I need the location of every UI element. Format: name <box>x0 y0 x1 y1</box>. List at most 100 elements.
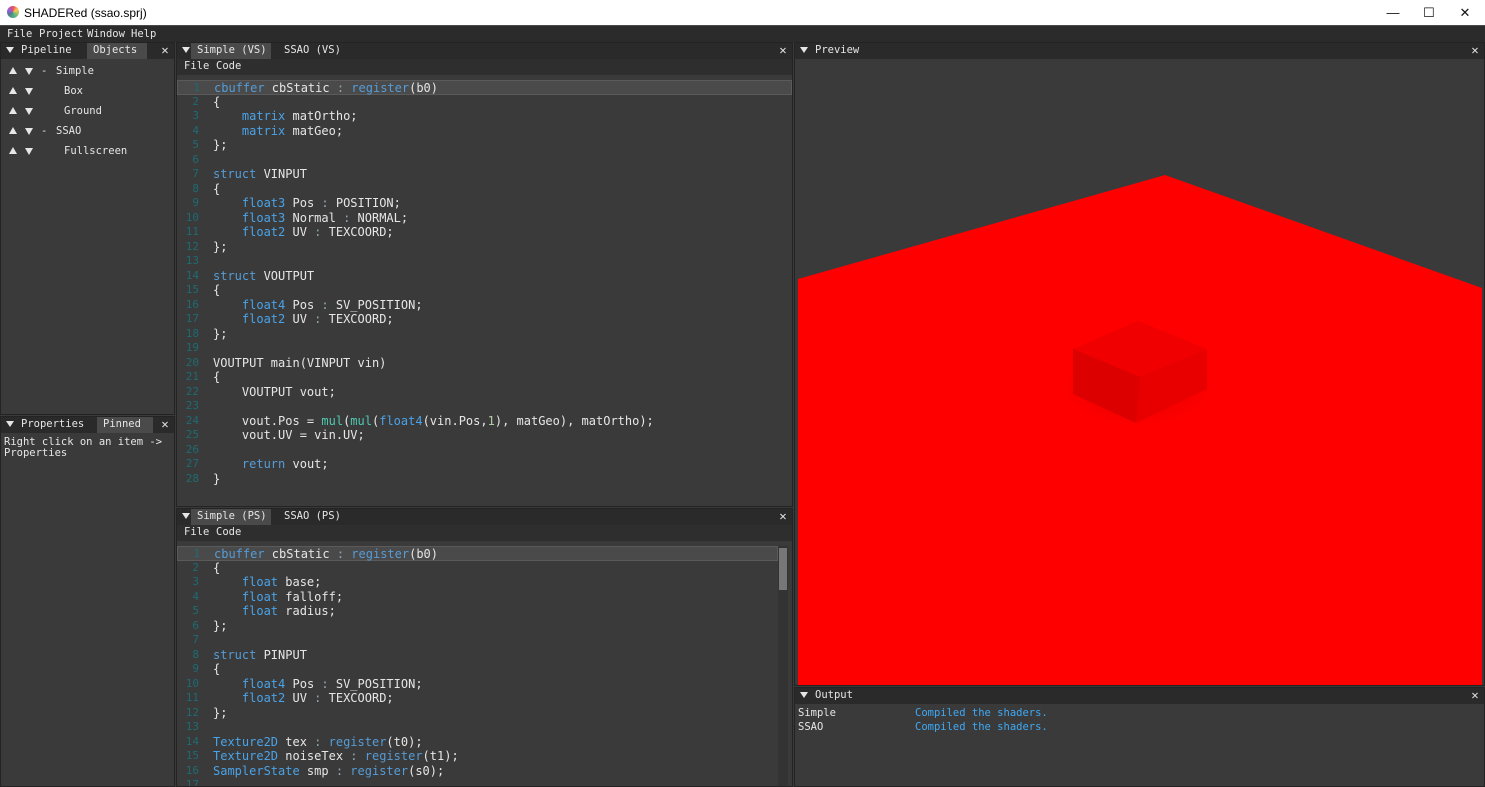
vs-code-line[interactable]: 4 matrix matGeo; <box>177 124 792 139</box>
vs-code-line[interactable]: 23 <box>177 399 792 414</box>
ps-code-line[interactable]: 9{ <box>177 662 778 677</box>
close-icon[interactable]: ✕ <box>158 417 172 433</box>
ps-code-line[interactable]: 2{ <box>177 561 778 576</box>
code-text[interactable]: { <box>213 370 220 385</box>
code-text[interactable]: { <box>213 561 220 576</box>
vs-code-line[interactable]: 15 { <box>177 283 792 298</box>
ps-code-line[interactable]: 4 float falloff; <box>177 590 778 605</box>
pipeline-item-fullscreen[interactable]: Fullscreen <box>1 141 176 161</box>
close-icon[interactable]: ✕ <box>776 43 790 59</box>
code-text[interactable]: { <box>213 283 220 298</box>
collapse-triangle-icon[interactable] <box>6 47 14 53</box>
menu-project[interactable]: Project <box>39 28 83 40</box>
menu-help[interactable]: Help <box>131 28 156 40</box>
vs-code-line[interactable]: 8{ <box>177 182 792 197</box>
vs-code-line[interactable]: 17 float2 UV : TEXCOORD; <box>177 312 792 327</box>
code-text[interactable]: float base; <box>213 575 321 590</box>
code-text[interactable]: cbuffer cbStatic : register(b0) <box>214 81 438 96</box>
maximize-icon[interactable]: ☐ <box>1411 0 1447 25</box>
code-text[interactable]: { <box>213 95 220 110</box>
ps-code-line[interactable]: 14 Texture2D tex : register(t0); <box>177 735 778 750</box>
collapse-triangle-icon[interactable] <box>800 692 808 698</box>
code-text[interactable]: float radius; <box>213 604 336 619</box>
vs-code-line[interactable]: 28} <box>177 472 792 487</box>
vs-code-line[interactable]: 12}; <box>177 240 792 255</box>
vs-code-line[interactable]: 9 float3 Pos : POSITION; <box>177 196 792 211</box>
pipeline-item-simple[interactable]: - Simple <box>1 61 176 81</box>
close-icon[interactable]: ✕ <box>776 509 790 525</box>
code-text[interactable]: float2 UV : TEXCOORD; <box>213 225 394 240</box>
ps-code-line[interactable]: 17 <box>177 778 778 786</box>
expander[interactable]: - <box>41 121 47 141</box>
vs-code-line[interactable]: 10 float3 Normal : NORMAL; <box>177 211 792 226</box>
ps-code-line[interactable]: 7 <box>177 633 778 648</box>
preview-viewport[interactable] <box>798 59 1482 685</box>
code-text[interactable]: float2 UV : TEXCOORD; <box>213 691 394 706</box>
code-text[interactable]: struct PINPUT <box>213 648 307 663</box>
vs-code-line[interactable]: 21 { <box>177 370 792 385</box>
tab-properties[interactable]: Properties <box>15 417 91 433</box>
editor-menu-code[interactable]: Code <box>216 60 241 72</box>
ps-code-line[interactable]: 12}; <box>177 706 778 721</box>
tab-pipeline[interactable]: Pipeline <box>15 43 78 59</box>
move-up-icon[interactable] <box>9 87 17 94</box>
vs-code-line[interactable]: 22 VOUTPUT vout; <box>177 385 792 400</box>
vs-code-line[interactable]: 24 vout.Pos = mul(mul(float4(vin.Pos,1),… <box>177 414 792 429</box>
tab-preview[interactable]: Preview <box>809 43 866 59</box>
code-text[interactable]: }; <box>213 619 227 634</box>
code-text[interactable]: SamplerState smp : register(s0); <box>213 764 444 779</box>
vs-code-line[interactable]: 13 <box>177 254 792 269</box>
ps-code-line[interactable]: 8 struct PINPUT <box>177 648 778 663</box>
tab-objects[interactable]: Objects <box>87 43 147 59</box>
code-text[interactable]: float3 Normal : NORMAL; <box>213 211 408 226</box>
pipeline-item-ground[interactable]: Ground <box>1 101 176 121</box>
ps-code-area[interactable]: 1 cbuffer cbStatic : register(b0) 2{3 floa… <box>177 546 778 786</box>
code-text[interactable]: float3 Pos : POSITION; <box>213 196 401 211</box>
vs-code-area[interactable]: 1 cbuffer cbStatic : register(b0) 2{3 matr… <box>177 80 792 506</box>
code-text[interactable]: vout.UV = vin.UV; <box>213 428 365 443</box>
code-text[interactable]: VOUTPUT main(VINPUT vin) <box>213 356 386 371</box>
editor-menu-file[interactable]: File <box>184 60 209 72</box>
vs-code-line[interactable]: 1 cbuffer cbStatic : register(b0) <box>177 80 792 95</box>
vs-code-line[interactable]: 3 matrix matOrtho; <box>177 109 792 124</box>
tab-simple-ps[interactable]: Simple (PS) <box>191 509 271 525</box>
pipeline-item-box[interactable]: Box <box>1 81 176 101</box>
move-up-icon[interactable] <box>9 127 17 134</box>
tab-output[interactable]: Output <box>809 688 859 704</box>
vs-code-line[interactable]: 5}; <box>177 138 792 153</box>
code-text[interactable]: { <box>213 182 220 197</box>
collapse-triangle-icon[interactable] <box>6 421 14 427</box>
code-text[interactable]: struct VINPUT <box>213 167 307 182</box>
vs-code-line[interactable]: 20 VOUTPUT main(VINPUT vin) <box>177 356 792 371</box>
code-text[interactable]: Texture2D noiseTex : register(t1); <box>213 749 459 764</box>
close-icon[interactable]: ✕ <box>158 43 172 59</box>
tab-pinned[interactable]: Pinned <box>97 417 153 433</box>
vs-code-line[interactable]: 16 float4 Pos : SV_POSITION; <box>177 298 792 313</box>
code-text[interactable]: float2 UV : TEXCOORD; <box>213 312 394 327</box>
code-text[interactable]: VOUTPUT vout; <box>213 385 336 400</box>
ps-code-line[interactable]: 5 float radius; <box>177 604 778 619</box>
move-up-icon[interactable] <box>9 67 17 74</box>
ps-code-line[interactable]: 6}; <box>177 619 778 634</box>
tab-ssao-vs[interactable]: SSAO (VS) <box>278 43 347 59</box>
move-down-icon[interactable] <box>25 88 33 95</box>
code-text[interactable]: Texture2D tex : register(t0); <box>213 735 423 750</box>
collapse-triangle-icon[interactable] <box>182 513 190 519</box>
vs-code-line[interactable]: 11 float2 UV : TEXCOORD; <box>177 225 792 240</box>
close-icon[interactable]: ✕ <box>1468 688 1482 704</box>
code-text[interactable]: cbuffer cbStatic : register(b0) <box>214 547 438 562</box>
code-text[interactable]: float4 Pos : SV_POSITION; <box>213 298 423 313</box>
minimize-icon[interactable]: — <box>1375 0 1411 25</box>
code-text[interactable]: }; <box>213 327 227 342</box>
close-icon[interactable]: ✕ <box>1468 43 1482 59</box>
vs-code-line[interactable]: 14 struct VOUTPUT <box>177 269 792 284</box>
scrollbar-track[interactable] <box>778 546 788 786</box>
expander[interactable]: - <box>41 61 47 81</box>
move-up-icon[interactable] <box>9 147 17 154</box>
menu-window[interactable]: Window <box>87 28 125 40</box>
code-text[interactable]: }; <box>213 706 227 721</box>
code-text[interactable]: }; <box>213 138 227 153</box>
move-up-icon[interactable] <box>9 107 17 114</box>
code-text[interactable]: struct VOUTPUT <box>213 269 314 284</box>
collapse-triangle-icon[interactable] <box>182 47 190 53</box>
